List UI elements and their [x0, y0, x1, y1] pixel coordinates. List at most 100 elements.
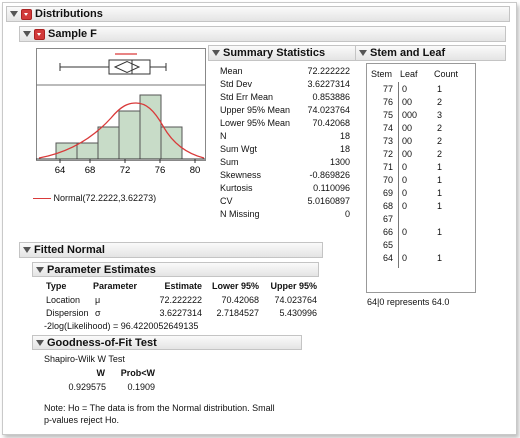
- collapse-icon[interactable]: [212, 50, 220, 57]
- stem-value: 70: [382, 175, 393, 185]
- gof-title: Goodness-of-Fit Test: [47, 337, 157, 349]
- gof-test-name: Shapiro-Wilk W Test: [44, 354, 125, 364]
- parameter-estimates-header[interactable]: Parameter Estimates: [32, 262, 319, 277]
- summary-title: Summary Statistics: [223, 47, 326, 59]
- leaf-count: 1: [437, 162, 443, 172]
- stem-note: 64|0 represents 64.0: [367, 297, 450, 307]
- stem-value: 71: [382, 162, 393, 172]
- summary-value: 0: [344, 209, 350, 219]
- gof-col-prob: Prob<W: [120, 368, 155, 378]
- x-tick-label: 68: [85, 165, 96, 176]
- param-title: Parameter Estimates: [47, 264, 156, 276]
- summary-value: 72.222222: [307, 66, 350, 76]
- stem-divider: [398, 82, 399, 268]
- summary-label: Upper 95% Mean: [220, 105, 291, 115]
- leaf-value: 0: [402, 227, 408, 237]
- param-col-parameter: Parameter: [93, 281, 138, 291]
- red-triangle-menu-icon[interactable]: [21, 8, 32, 20]
- param-lower: 70.42068: [221, 295, 259, 305]
- histogram-bar[interactable]: [55, 142, 78, 160]
- collapse-icon[interactable]: [23, 247, 31, 254]
- leaf-value: 0: [402, 201, 408, 211]
- fitted-normal-header[interactable]: Fitted Normal: [19, 242, 323, 258]
- leaf-value: 0: [402, 253, 408, 263]
- summary-value: 0.853886: [312, 92, 350, 102]
- leaf-count: 2: [437, 149, 443, 159]
- histogram-chart[interactable]: 64 68 72 76 80: [36, 48, 206, 183]
- leaf-count: 1: [437, 227, 443, 237]
- histogram-bar[interactable]: [76, 142, 99, 160]
- param-col-type: Type: [46, 281, 67, 291]
- summary-value: 1300: [329, 157, 350, 167]
- x-tick-label: 76: [155, 165, 166, 176]
- leaf-count: 2: [437, 123, 443, 133]
- loglikelihood-text: -2log(Likelihood) = 96.4220052649135: [44, 321, 199, 331]
- collapse-icon[interactable]: [23, 31, 31, 38]
- histogram-bar[interactable]: [118, 110, 141, 160]
- summary-label: N Missing: [220, 209, 260, 219]
- summary-label: Sum: [220, 157, 239, 167]
- leaf-count: 1: [437, 253, 443, 263]
- gof-prob-value: 0.1909: [127, 382, 155, 392]
- param-estimate: 3.6227314: [159, 308, 202, 318]
- stem-value: 65: [382, 240, 393, 250]
- param-lower: 2.7184527: [216, 308, 259, 318]
- sample-title: Sample F: [48, 28, 97, 40]
- leaf-value: 0: [402, 162, 408, 172]
- gof-note-line2: p-values reject Ho.: [44, 415, 120, 425]
- red-triangle-menu-icon[interactable]: [34, 28, 45, 40]
- leaf-value: 00: [402, 97, 413, 107]
- leaf-count: 1: [437, 188, 443, 198]
- param-upper: 74.023764: [274, 295, 317, 305]
- sample-header[interactable]: Sample F: [19, 26, 506, 42]
- summary-label: Kurtosis: [220, 183, 253, 193]
- summary-value: 70.42068: [312, 118, 350, 128]
- curve-legend[interactable]: Normal(72.2222,3.62273): [33, 193, 156, 203]
- param-type: Location: [46, 295, 81, 305]
- summary-label: Std Err Mean: [220, 92, 274, 102]
- leaf-value: 0: [402, 175, 408, 185]
- leaf-value: 00: [402, 123, 413, 133]
- leaf-count: 1: [437, 84, 443, 94]
- leaf-count: 2: [437, 97, 443, 107]
- collapse-icon[interactable]: [36, 267, 44, 274]
- leaf-value: 0: [402, 188, 408, 198]
- stem-value: 76: [382, 97, 393, 107]
- summary-value: 5.0160897: [307, 196, 350, 206]
- x-tick-label: 64: [55, 165, 66, 176]
- gof-col-w: W: [96, 368, 106, 378]
- stem-value: 64: [382, 253, 393, 263]
- count-header: Count: [434, 69, 459, 79]
- stem-leaf-header[interactable]: Stem and Leaf: [355, 45, 506, 61]
- param-upper: 5.430996: [279, 308, 317, 318]
- summary-value: 3.6227314: [307, 79, 350, 89]
- leaf-value: 0: [402, 84, 408, 94]
- leaf-value: 00: [402, 149, 413, 159]
- x-tick-label: 80: [190, 165, 201, 176]
- param-symbol: σ: [95, 308, 101, 318]
- leaf-count: 1: [437, 201, 443, 211]
- leaf-count: 1: [437, 175, 443, 185]
- param-type: Dispersion: [46, 308, 89, 318]
- collapse-icon[interactable]: [359, 50, 367, 57]
- stem-value: 69: [382, 188, 393, 198]
- legend-line-icon: [33, 198, 51, 200]
- stem-value: 73: [382, 136, 393, 146]
- leaf-count: 3: [437, 110, 443, 120]
- histogram-bar[interactable]: [160, 126, 183, 160]
- leaf-count: 2: [437, 136, 443, 146]
- histogram-bar[interactable]: [97, 126, 120, 160]
- goodness-of-fit-header[interactable]: Goodness-of-Fit Test: [32, 335, 302, 350]
- stem-value: 77: [382, 84, 393, 94]
- summary-statistics-header[interactable]: Summary Statistics: [208, 45, 356, 61]
- summary-label: N: [220, 131, 227, 141]
- legend-label: Normal(72.2222,3.62273): [53, 193, 157, 203]
- leaf-value: 00: [402, 136, 413, 146]
- collapse-icon[interactable]: [36, 340, 44, 347]
- summary-label: CV: [220, 196, 233, 206]
- collapse-icon[interactable]: [10, 11, 18, 18]
- distributions-header[interactable]: Distributions: [6, 6, 510, 22]
- param-estimate: 72.222222: [159, 295, 202, 305]
- stem-value: 74: [382, 123, 393, 133]
- leaf-header: Leaf: [400, 69, 418, 79]
